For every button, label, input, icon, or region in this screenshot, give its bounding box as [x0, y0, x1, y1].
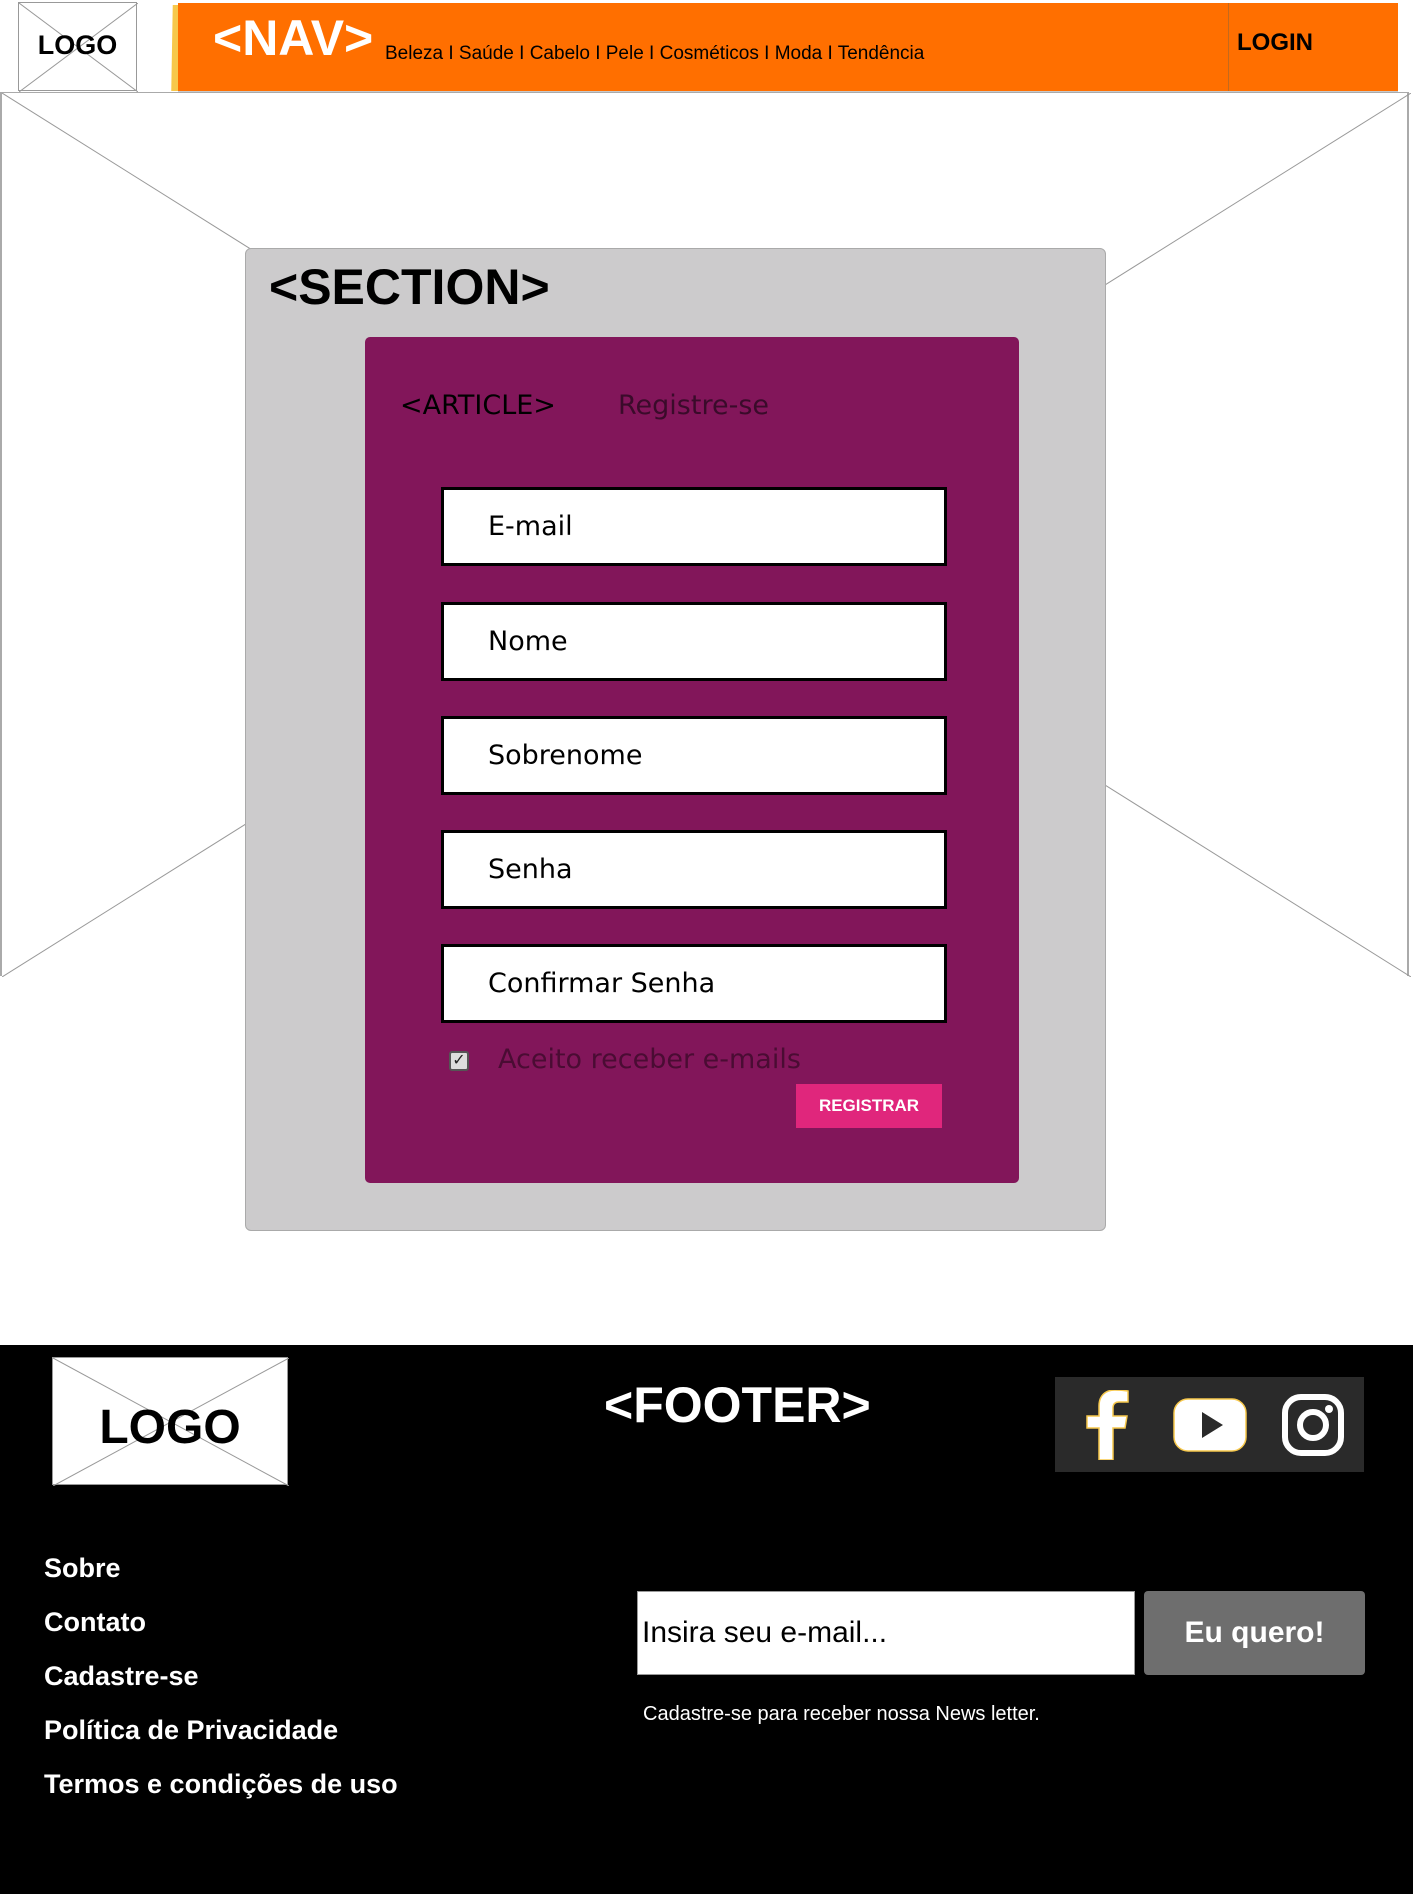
footer-logo-text: LOGO [99, 1401, 241, 1454]
password-field[interactable] [441, 830, 947, 909]
newsletter-email-field[interactable] [637, 1591, 1135, 1675]
nav-title: <NAV> [213, 10, 374, 66]
register-button[interactable]: REGISTRAR [796, 1084, 942, 1128]
login-link[interactable]: LOGIN [1237, 29, 1313, 57]
surname-input[interactable] [444, 719, 944, 792]
name-input[interactable] [444, 605, 944, 678]
newsletter-submit-button[interactable]: Eu quero! [1144, 1591, 1365, 1675]
youtube-icon[interactable] [1158, 1377, 1261, 1472]
email-input[interactable] [444, 490, 944, 563]
newsletter-note: Cadastre-se para receber nossa News lett… [643, 1703, 1040, 1725]
footer-title: <FOOTER> [604, 1377, 871, 1433]
article-title: <ARTICLE> [400, 390, 556, 421]
footer-link-contato[interactable]: Contato [44, 1607, 146, 1638]
email-field[interactable] [441, 487, 947, 566]
header-logo-text: LOGO [37, 30, 118, 60]
nav-links[interactable]: Beleza I Saúde I Cabelo I Pele I Cosméti… [385, 43, 924, 65]
surname-field[interactable] [441, 716, 947, 795]
password-input[interactable] [444, 833, 944, 906]
header-logo[interactable]: LOGO [18, 2, 138, 92]
register-heading: Registre-se [618, 390, 769, 421]
instagram-icon[interactable] [1261, 1377, 1364, 1472]
footer-link-cadastre[interactable]: Cadastre-se [44, 1661, 199, 1692]
newsletter-email-input[interactable] [638, 1592, 1134, 1674]
confirm-password-field[interactable] [441, 944, 947, 1023]
nav-divider [1228, 3, 1229, 91]
accept-emails-label: Aceito receber e-mails [498, 1044, 801, 1075]
facebook-icon[interactable] [1055, 1377, 1158, 1472]
footer-link-sobre[interactable]: Sobre [44, 1553, 121, 1584]
name-field[interactable] [441, 602, 947, 681]
footer-link-termos[interactable]: Termos e condições de uso [44, 1769, 398, 1800]
confirm-password-input[interactable] [444, 947, 944, 1020]
social-icons-bar [1055, 1377, 1364, 1472]
footer-logo[interactable]: LOGO [52, 1357, 289, 1486]
accept-emails-checkbox[interactable]: ✓ [449, 1051, 469, 1071]
section-title: <SECTION> [269, 259, 550, 315]
footer-link-privacidade[interactable]: Política de Privacidade [44, 1715, 338, 1746]
